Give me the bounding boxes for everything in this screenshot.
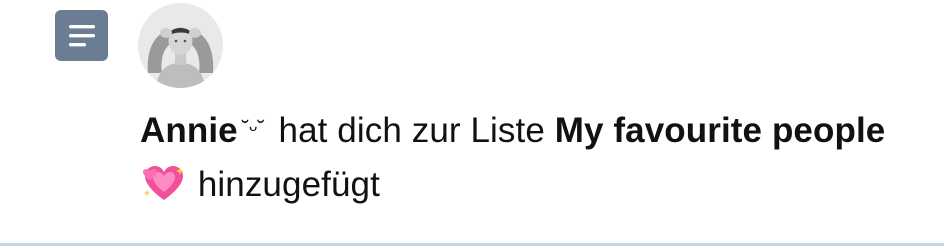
list-icon <box>55 10 108 61</box>
suffix-text: hinzugefügt <box>197 165 380 204</box>
avatar[interactable] <box>138 3 223 88</box>
list-name-part2: people <box>771 111 886 150</box>
actor-name[interactable]: Annie <box>140 111 238 150</box>
avatar-photo <box>138 3 223 88</box>
list-name[interactable]: My favourite people <box>555 111 886 150</box>
sparkling-hearts-emoji <box>142 164 186 202</box>
notification-message: Annie ˘ᵕ˘ hat dich zur Liste My favourite… <box>140 102 920 212</box>
action-text: hat dich zur Liste <box>278 111 545 150</box>
list-lines-glyph <box>68 24 95 46</box>
list-name-part1: My favourite <box>554 111 763 150</box>
divider <box>0 243 944 246</box>
list-added-notification[interactable]: Annie ˘ᵕ˘ hat dich zur Liste My favourite… <box>0 0 944 246</box>
actor-kaomoji: ˘ᵕ˘ <box>241 116 265 141</box>
